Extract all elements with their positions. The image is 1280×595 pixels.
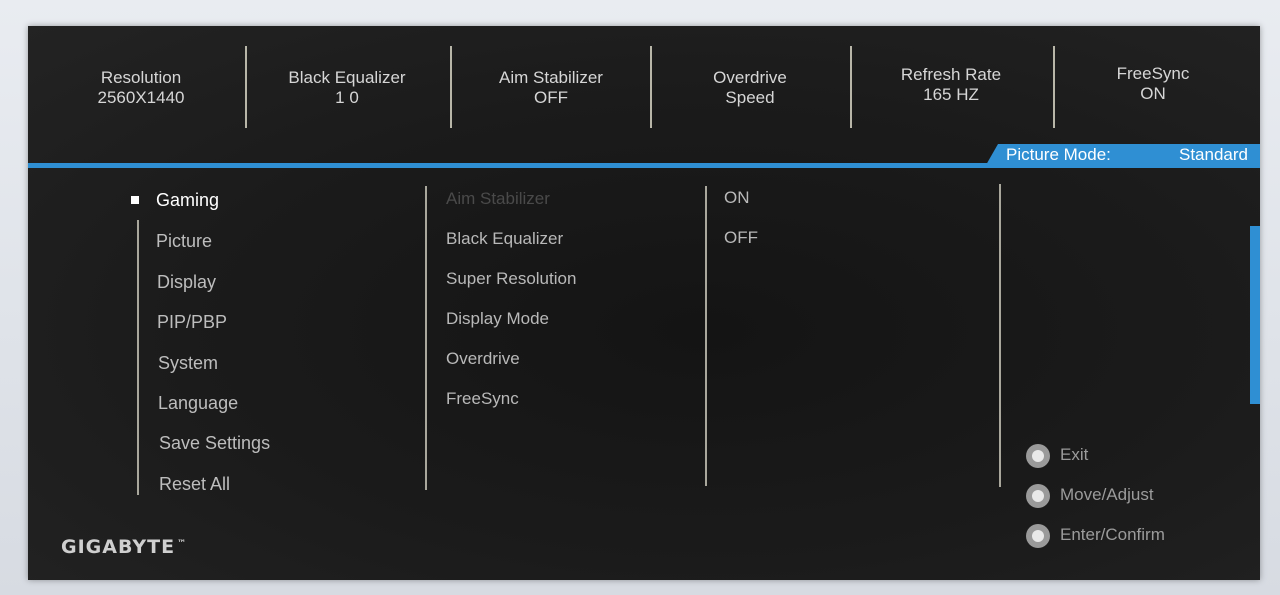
status-value: 2560X1440	[97, 88, 185, 107]
status-label: Refresh Rate	[900, 65, 1002, 84]
brand-name: GIGABYTE	[61, 536, 176, 558]
sub-item-super-resolution[interactable]: Super Resolution	[446, 269, 576, 289]
status-resolution: Resolution 2560X1440	[41, 68, 241, 108]
osd-menu: Resolution 2560X1440 Black Equalizer 1 0…	[28, 26, 1260, 580]
sub-item-aim-stabilizer[interactable]: Aim Stabilizer	[446, 189, 550, 209]
joystick-icon	[1026, 444, 1050, 468]
column-divider	[425, 186, 427, 490]
status-label: Black Equalizer	[288, 68, 406, 87]
joystick-icon	[1026, 484, 1050, 508]
trademark-symbol: ™	[177, 538, 188, 549]
guide-label: Enter/Confirm	[1060, 525, 1165, 544]
status-value: ON	[1140, 84, 1166, 103]
column-divider	[999, 184, 1001, 487]
joystick-icon	[1026, 524, 1050, 548]
status-black-equalizer: Black Equalizer 1 0	[247, 68, 447, 108]
menu-item-picture[interactable]: Picture	[156, 231, 212, 252]
menu-item-language[interactable]: Language	[158, 393, 238, 414]
status-overdrive: Overdrive Speed	[650, 68, 850, 108]
menu-item-display[interactable]: Display	[157, 272, 216, 293]
picture-mode-tab: Picture Mode: Standard	[986, 144, 1260, 165]
status-bar: Resolution 2560X1440 Black Equalizer 1 0…	[28, 26, 1260, 134]
picture-mode-value: Standard	[1179, 145, 1248, 164]
status-aim-stabilizer: Aim Stabilizer OFF	[451, 68, 651, 108]
status-label: Resolution	[100, 68, 182, 87]
sub-item-display-mode[interactable]: Display Mode	[446, 309, 549, 329]
status-freesync: FreeSync ON	[1053, 64, 1253, 104]
option-off[interactable]: OFF	[724, 228, 758, 248]
selection-indicator	[131, 196, 139, 204]
guide-label: Move/Adjust	[1060, 485, 1154, 504]
scrollbar-thumb[interactable]	[1250, 226, 1260, 404]
status-value: OFF	[534, 88, 568, 107]
main-menu-line	[137, 220, 139, 495]
status-label: Overdrive	[713, 68, 787, 87]
status-refresh-rate: Refresh Rate 165 HZ	[851, 65, 1051, 105]
status-value: Speed	[725, 88, 775, 107]
status-value: 165 HZ	[923, 85, 979, 104]
menu-item-reset-all[interactable]: Reset All	[159, 474, 230, 495]
option-on[interactable]: ON	[724, 188, 750, 208]
menu-item-pip-pbp[interactable]: PIP/PBP	[157, 312, 227, 333]
picture-mode-label: Picture Mode:	[1006, 145, 1111, 164]
column-divider	[705, 186, 707, 486]
menu-item-save-settings[interactable]: Save Settings	[159, 433, 270, 454]
gigabyte-logo: GIGABYTE ™	[61, 536, 187, 558]
status-value: 1 0	[335, 88, 359, 107]
menu-item-system[interactable]: System	[158, 353, 218, 374]
guide-label: Exit	[1060, 445, 1089, 464]
status-label: Aim Stabilizer	[499, 68, 603, 87]
menu-item-gaming[interactable]: Gaming	[156, 190, 219, 211]
sub-item-black-equalizer[interactable]: Black Equalizer	[446, 229, 563, 249]
sub-item-freesync[interactable]: FreeSync	[446, 389, 519, 409]
sub-item-overdrive[interactable]: Overdrive	[446, 349, 520, 369]
status-label: FreeSync	[1116, 64, 1190, 83]
